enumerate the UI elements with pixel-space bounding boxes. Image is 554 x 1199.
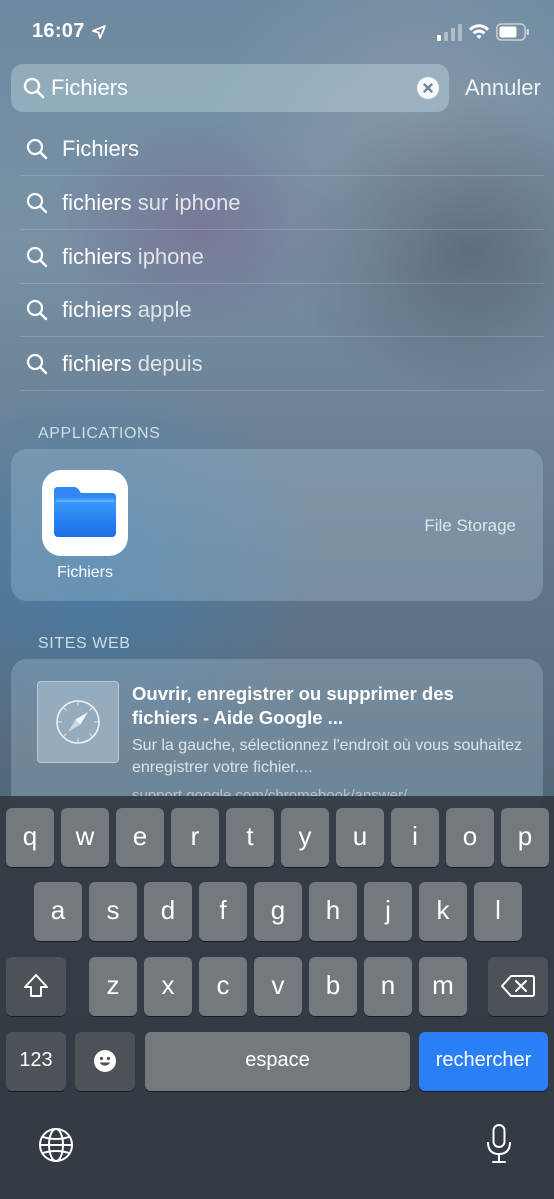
folder-icon <box>54 487 116 537</box>
key-o[interactable]: o <box>446 808 494 867</box>
shift-arrow-icon <box>24 974 48 997</box>
key-a[interactable]: a <box>34 882 82 941</box>
web-result-card[interactable]: Ouvrir, enregistrer ou supprimer des fic… <box>11 659 543 809</box>
emoji-icon <box>94 1050 116 1072</box>
key-n[interactable]: n <box>364 957 412 1016</box>
wifi-icon <box>469 24 489 39</box>
backspace-icon <box>501 975 535 997</box>
search-icon <box>26 138 48 160</box>
key-i[interactable]: i <box>391 808 439 867</box>
app-icon-fichiers[interactable] <box>42 470 128 556</box>
search-icon <box>26 299 48 321</box>
safari-compass-icon <box>56 700 100 744</box>
key-h[interactable]: h <box>309 882 357 941</box>
status-time: 16:07 <box>32 20 85 42</box>
key-u[interactable]: u <box>336 808 384 867</box>
key-c[interactable]: c <box>199 957 247 1016</box>
key-p[interactable]: p <box>501 808 549 867</box>
key-j[interactable]: j <box>364 882 412 941</box>
delete-key[interactable] <box>488 957 548 1016</box>
keyboard: q w e r t y u i o p a s d f g h j k l z … <box>0 796 554 1199</box>
key-b[interactable]: b <box>309 957 357 1016</box>
globe-icon[interactable] <box>38 1127 74 1163</box>
section-title-web: SITES WEB <box>38 635 131 652</box>
web-result-thumbnail <box>37 681 119 763</box>
suggestion-text: fichiers iphone <box>62 244 204 269</box>
app-result-card[interactable]: Fichiers File Storage <box>11 449 543 601</box>
key-l[interactable]: l <box>474 882 522 941</box>
suggestion-item[interactable]: fichiers iphone <box>20 230 544 284</box>
key-t[interactable]: t <box>226 808 274 867</box>
search-icon <box>23 77 45 99</box>
key-e[interactable]: e <box>116 808 164 867</box>
battery-icon <box>496 23 529 41</box>
key-m[interactable]: m <box>419 957 467 1016</box>
key-w[interactable]: w <box>61 808 109 867</box>
clear-search-button[interactable] <box>417 77 439 99</box>
section-title-applications: APPLICATIONS <box>38 425 161 442</box>
search-key[interactable]: rechercher <box>419 1032 548 1091</box>
suggestion-text: fichiers apple <box>62 297 192 322</box>
key-k[interactable]: k <box>419 882 467 941</box>
key-f[interactable]: f <box>199 882 247 941</box>
web-result-description: Sur la gauche, sélectionnez l'endroit où… <box>132 737 522 776</box>
emoji-key[interactable] <box>75 1032 135 1091</box>
microphone-icon[interactable] <box>486 1124 512 1164</box>
numbers-key[interactable]: 123 <box>6 1032 66 1091</box>
app-category-label: File Storage <box>424 516 516 535</box>
web-result-title[interactable]: Ouvrir, enregistrer ou supprimer des fic… <box>132 682 522 730</box>
key-x[interactable]: x <box>144 957 192 1016</box>
cellular-signal-icon <box>437 24 462 41</box>
search-input[interactable] <box>51 72 411 104</box>
suggestion-text: fichiers depuis <box>62 351 203 376</box>
key-s[interactable]: s <box>89 882 137 941</box>
space-key[interactable]: espace <box>145 1032 410 1091</box>
app-name-label: Fichiers <box>56 564 113 581</box>
suggestion-item[interactable]: fichiers depuis <box>20 337 544 391</box>
suggestion-item[interactable]: fichiers sur iphone <box>20 176 544 230</box>
suggestion-item[interactable]: fichiers apple <box>20 283 544 337</box>
key-d[interactable]: d <box>144 882 192 941</box>
suggestion-text: Fichiers <box>62 136 140 161</box>
search-icon <box>26 246 48 268</box>
cancel-button[interactable]: Annuler <box>465 75 541 101</box>
key-y[interactable]: y <box>281 808 329 867</box>
key-z[interactable]: z <box>89 957 137 1016</box>
key-g[interactable]: g <box>254 882 302 941</box>
key-v[interactable]: v <box>254 957 302 1016</box>
clear-x-icon <box>423 83 433 93</box>
location-arrow-icon <box>92 25 106 39</box>
key-r[interactable]: r <box>171 808 219 867</box>
shift-key[interactable] <box>6 957 66 1016</box>
key-q[interactable]: q <box>6 808 54 867</box>
search-icon <box>26 353 48 375</box>
suggestion-text: fichiers sur iphone <box>62 190 241 215</box>
search-icon <box>26 192 48 214</box>
search-field[interactable] <box>11 64 449 112</box>
suggestion-item[interactable]: Fichiers <box>20 122 544 176</box>
